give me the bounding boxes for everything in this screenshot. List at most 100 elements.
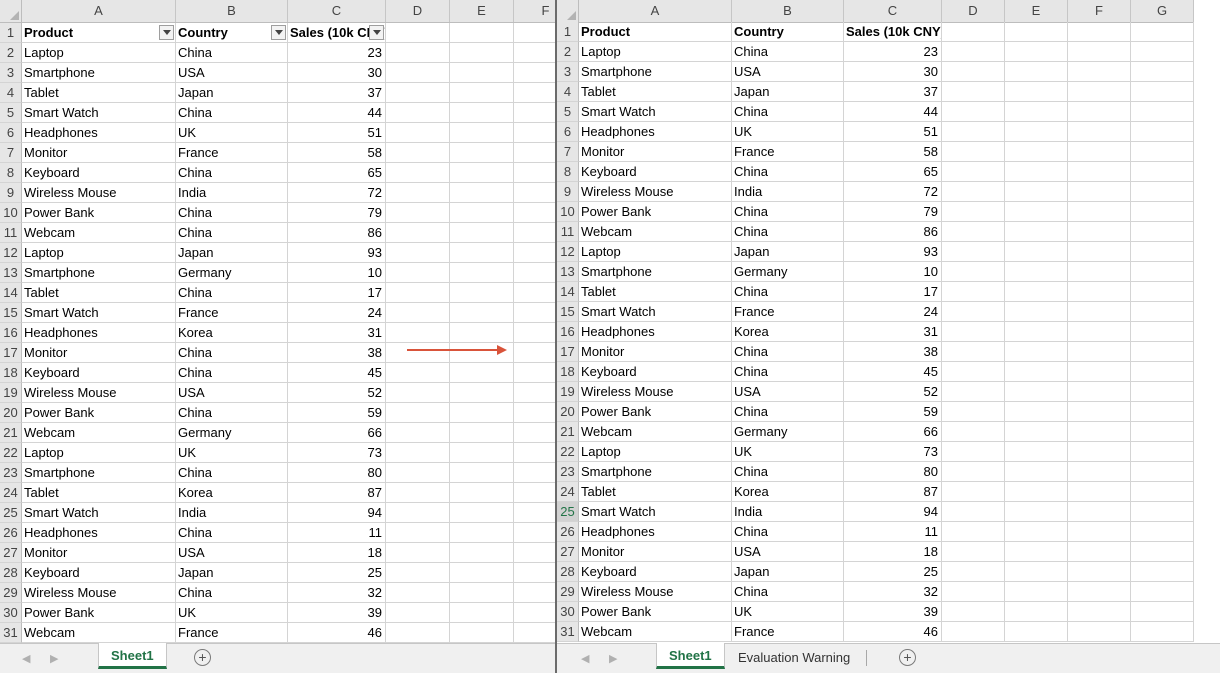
product-cell[interactable]: Headphones (22, 123, 176, 143)
row-number[interactable]: 27 (0, 543, 22, 563)
empty-cell[interactable] (450, 303, 514, 323)
empty-cell[interactable] (386, 623, 450, 643)
sales-cell[interactable]: 66 (844, 422, 942, 442)
empty-cell[interactable] (450, 443, 514, 463)
row-number[interactable]: 5 (0, 103, 22, 123)
product-cell[interactable]: Keyboard (22, 363, 176, 383)
country-cell[interactable]: China (176, 103, 288, 123)
row-number[interactable]: 6 (557, 122, 579, 142)
empty-cell[interactable] (450, 103, 514, 123)
empty-cell[interactable] (1005, 182, 1068, 202)
sales-cell[interactable]: 44 (844, 102, 942, 122)
country-cell[interactable]: USA (732, 542, 844, 562)
sales-cell[interactable]: 73 (844, 442, 942, 462)
empty-cell[interactable] (1131, 402, 1194, 422)
empty-cell[interactable] (1131, 602, 1194, 622)
product-cell[interactable]: Tablet (579, 82, 732, 102)
country-cell[interactable]: UK (732, 442, 844, 462)
row-number[interactable]: 19 (557, 382, 579, 402)
row-number[interactable]: 9 (0, 183, 22, 203)
product-cell[interactable]: Smartphone (579, 62, 732, 82)
empty-cell[interactable] (514, 43, 555, 63)
empty-cell[interactable] (942, 382, 1005, 402)
empty-cell[interactable] (450, 523, 514, 543)
row-number[interactable]: 16 (557, 322, 579, 342)
empty-cell[interactable] (1005, 622, 1068, 642)
sales-cell[interactable]: 80 (288, 463, 386, 483)
empty-cell[interactable] (1005, 82, 1068, 102)
product-cell[interactable]: Power Bank (579, 202, 732, 222)
country-cell[interactable]: Germany (732, 422, 844, 442)
product-cell[interactable]: Laptop (579, 442, 732, 462)
empty-cell[interactable] (1005, 582, 1068, 602)
empty-cell[interactable] (1131, 502, 1194, 522)
country-cell[interactable]: Korea (732, 482, 844, 502)
empty-cell[interactable] (942, 202, 1005, 222)
empty-cell[interactable] (1068, 422, 1131, 442)
empty-cell[interactable] (1131, 322, 1194, 342)
sales-cell[interactable]: 32 (844, 582, 942, 602)
empty-cell[interactable] (450, 63, 514, 83)
country-cell[interactable]: China (732, 42, 844, 62)
row-number[interactable]: 18 (0, 363, 22, 383)
empty-cell[interactable] (1005, 482, 1068, 502)
sheet-tab-sheet1[interactable]: Sheet1 (656, 643, 725, 669)
empty-cell[interactable] (450, 203, 514, 223)
empty-cell[interactable] (514, 303, 555, 323)
row-number[interactable]: 22 (0, 443, 22, 463)
sales-cell[interactable]: 46 (288, 623, 386, 643)
scroll-left-icon[interactable]: ◀ (22, 652, 30, 665)
empty-cell[interactable] (1068, 462, 1131, 482)
empty-cell[interactable] (386, 223, 450, 243)
empty-cell[interactable] (386, 483, 450, 503)
scroll-right-icon[interactable]: ▶ (50, 652, 58, 665)
empty-cell[interactable] (450, 423, 514, 443)
column-header-d[interactable]: D (942, 0, 1005, 22)
sales-cell[interactable]: 79 (288, 203, 386, 223)
row-number[interactable]: 7 (557, 142, 579, 162)
empty-cell[interactable] (1068, 482, 1131, 502)
empty-cell[interactable] (386, 303, 450, 323)
empty-cell[interactable] (514, 63, 555, 83)
empty-cell[interactable] (1068, 102, 1131, 122)
sales-cell[interactable]: 44 (288, 103, 386, 123)
empty-cell[interactable] (1131, 182, 1194, 202)
country-cell[interactable]: France (732, 622, 844, 642)
row-number[interactable]: 11 (557, 222, 579, 242)
column-header-f[interactable]: F (1068, 0, 1131, 22)
product-cell[interactable]: Headphones (579, 522, 732, 542)
empty-cell[interactable] (1005, 502, 1068, 522)
empty-cell[interactable] (942, 342, 1005, 362)
product-cell[interactable]: Smartphone (22, 63, 176, 83)
country-cell[interactable]: China (176, 203, 288, 223)
empty-cell[interactable] (1068, 402, 1131, 422)
row-number[interactable]: 8 (557, 162, 579, 182)
empty-cell[interactable] (450, 583, 514, 603)
empty-cell[interactable] (514, 263, 555, 283)
sales-cell[interactable]: 18 (844, 542, 942, 562)
empty-cell[interactable] (386, 443, 450, 463)
sales-cell[interactable]: 65 (844, 162, 942, 182)
row-number[interactable]: 22 (557, 442, 579, 462)
product-cell[interactable]: Tablet (22, 483, 176, 503)
product-cell[interactable]: Power Bank (579, 602, 732, 622)
empty-cell[interactable] (1005, 602, 1068, 622)
filter-dropdown-icon[interactable] (369, 25, 384, 40)
empty-cell[interactable] (942, 22, 1005, 42)
sales-cell[interactable]: 38 (288, 343, 386, 363)
empty-cell[interactable] (514, 623, 555, 643)
empty-cell[interactable] (1068, 582, 1131, 602)
empty-cell[interactable] (1131, 422, 1194, 442)
country-cell[interactable]: Japan (176, 83, 288, 103)
product-cell[interactable]: Smartphone (579, 462, 732, 482)
sales-cell[interactable]: 66 (288, 423, 386, 443)
empty-cell[interactable] (514, 363, 555, 383)
product-cell[interactable]: Smart Watch (579, 302, 732, 322)
empty-cell[interactable] (1005, 102, 1068, 122)
country-cell[interactable]: Germany (176, 423, 288, 443)
sales-cell[interactable]: 17 (844, 282, 942, 302)
row-number[interactable]: 2 (557, 42, 579, 62)
country-cell[interactable]: Japan (732, 562, 844, 582)
column-header-e[interactable]: E (450, 0, 514, 22)
row-number[interactable]: 5 (557, 102, 579, 122)
